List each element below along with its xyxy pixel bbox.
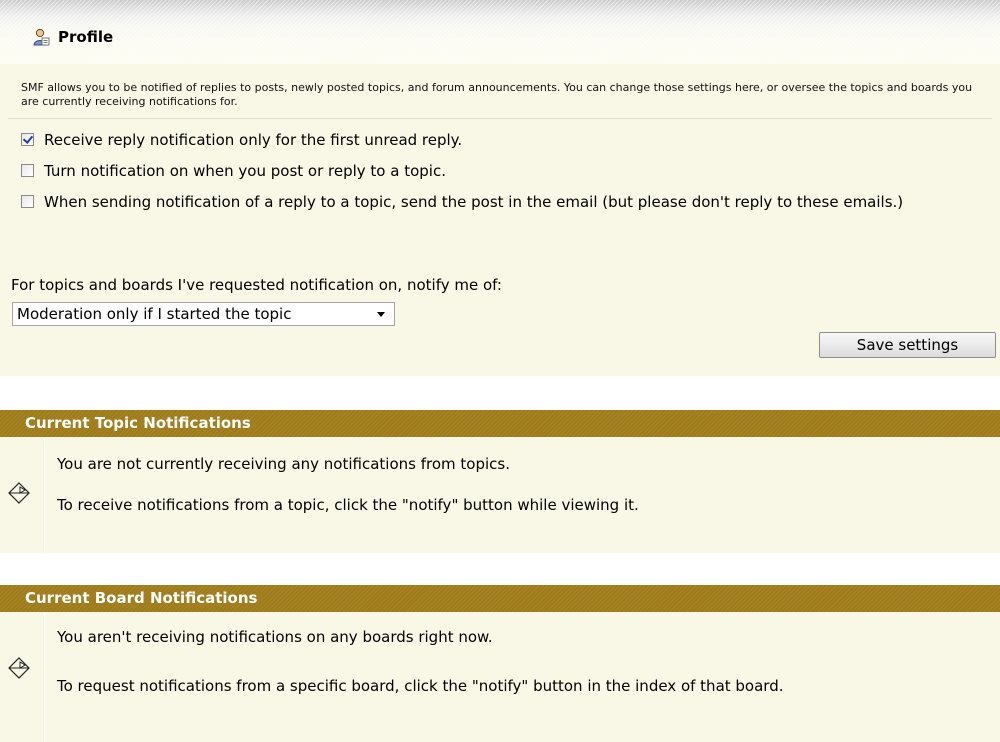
- topic-notifications-icon-column: [0, 437, 45, 553]
- board-notifications-icon-column: [0, 612, 45, 742]
- save-settings-button[interactable]: Save settings: [819, 332, 996, 358]
- checkbox-first-unread[interactable]: [21, 133, 34, 146]
- board-notifications-header: Current Board Notifications: [0, 585, 1000, 612]
- notify-type-label: For topics and boards I've requested not…: [11, 276, 502, 294]
- option-first-unread: Receive reply notification only for the …: [11, 128, 986, 153]
- option-auto-notify-label: Turn notification on when you post or re…: [44, 162, 446, 180]
- notify-type-select[interactable]: Moderation only if I started the topic: [12, 302, 395, 326]
- checkbox-auto-notify[interactable]: [21, 164, 34, 177]
- page-title: Profile: [32, 28, 113, 46]
- checkbox-send-post-in-email[interactable]: [21, 195, 34, 208]
- option-first-unread-label: Receive reply notification only for the …: [44, 131, 463, 149]
- chevron-down-icon: [377, 312, 385, 317]
- topic-notifications-body: You are not currently receiving any noti…: [0, 437, 1000, 553]
- notification-settings-panel: SMF allows you to be notified of replies…: [0, 64, 1000, 376]
- topic-notifications-hint: To receive notifications from a topic, c…: [57, 496, 639, 514]
- topic-notifications-message: You are not currently receiving any noti…: [57, 455, 510, 473]
- option-auto-notify: Turn notification on when you post or re…: [11, 159, 986, 184]
- profile-title-bar: Profile: [0, 0, 1000, 64]
- user-profile-icon: [33, 28, 50, 46]
- divider: [8, 118, 992, 119]
- board-notifications-body: You aren't receiving notifications on an…: [0, 612, 1000, 742]
- notify-type-select-value: Moderation only if I started the topic: [17, 305, 292, 323]
- option-send-post-in-email-label: When sending notification of a reply to …: [44, 193, 904, 211]
- settings-intro-text: SMF allows you to be notified of replies…: [21, 81, 973, 108]
- notify-diamond-icon: [8, 657, 30, 679]
- option-send-post-in-email: When sending notification of a reply to …: [11, 190, 986, 215]
- page-title-text: Profile: [58, 28, 114, 46]
- topic-notifications-header: Current Topic Notifications: [0, 410, 1000, 437]
- board-notifications-hint: To request notifications from a specific…: [57, 677, 784, 695]
- notify-diamond-icon: [8, 482, 30, 504]
- board-notifications-message: You aren't receiving notifications on an…: [57, 628, 493, 646]
